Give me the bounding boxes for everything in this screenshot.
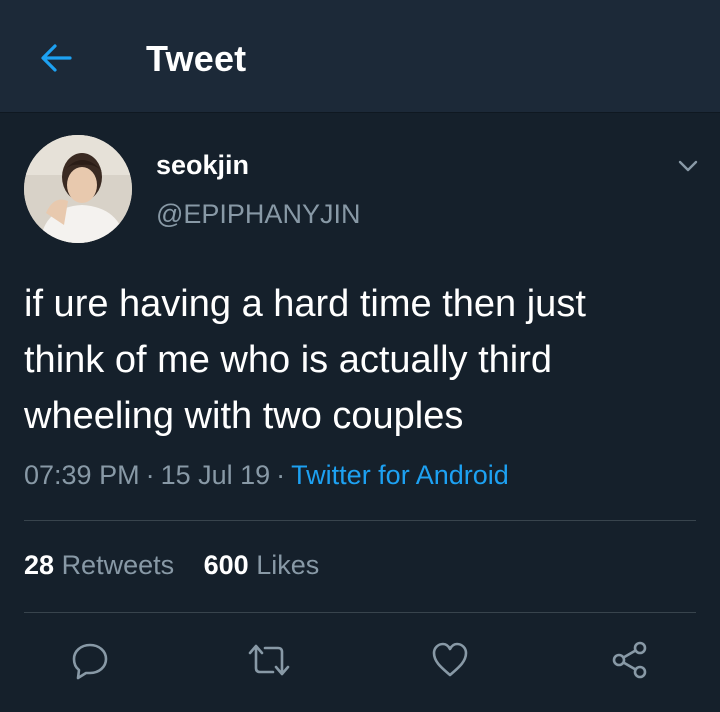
page-title: Tweet xyxy=(146,38,247,79)
tweet-text-line: think of me who is actually third xyxy=(24,339,553,381)
tweet-date: 15 Jul 19 xyxy=(160,460,271,490)
tweet-source-link[interactable]: Twitter for Android xyxy=(291,460,509,490)
tweet-text: if ure having a hard time then just thin… xyxy=(24,276,704,444)
tweet-detail-screen: Tweet seokjin @EPIPHANYJIN if ure having… xyxy=(0,0,720,712)
like-button[interactable] xyxy=(426,636,474,684)
divider xyxy=(24,520,696,521)
reply-button[interactable] xyxy=(66,636,114,684)
meta-separator: · xyxy=(145,460,155,490)
likes-stat[interactable]: 600 Likes xyxy=(204,550,320,581)
retweet-button[interactable] xyxy=(245,636,293,684)
tweet-action-bar xyxy=(0,636,720,684)
reply-bubble-icon xyxy=(72,643,108,680)
likes-count: 600 xyxy=(203,550,249,580)
avatar-photo xyxy=(24,135,132,243)
tweet-meta: 07:39 PM · 15 Jul 19 · Twitter for Android xyxy=(24,460,509,491)
tweet-text-line: wheeling with two couples xyxy=(24,395,464,437)
bottom-edge xyxy=(0,700,720,712)
arrow-left-icon xyxy=(41,44,72,72)
share-icon xyxy=(612,641,647,679)
top-app-bar: Tweet xyxy=(0,0,720,113)
avatar[interactable] xyxy=(24,135,132,243)
meta-separator: · xyxy=(276,460,286,490)
back-button[interactable] xyxy=(28,30,84,86)
heart-icon xyxy=(432,642,468,677)
tweet-text-line: if ure having a hard time then just xyxy=(24,283,586,325)
retweets-count: 28 xyxy=(24,550,55,580)
tweet-time: 07:39 PM xyxy=(24,460,140,490)
retweet-icon xyxy=(248,644,290,676)
chevron-down-icon xyxy=(678,160,698,172)
tweet-options-button[interactable] xyxy=(670,148,706,184)
author-display-name[interactable]: seokjin xyxy=(156,150,249,181)
author-handle[interactable]: @EPIPHANYJIN xyxy=(156,199,360,230)
likes-label: Likes xyxy=(256,550,320,580)
retweets-stat[interactable]: 28 Retweets xyxy=(24,550,174,581)
tweet-stats: 28 Retweets 600 Likes xyxy=(24,550,341,581)
share-button[interactable] xyxy=(606,636,654,684)
retweets-label: Retweets xyxy=(61,550,175,580)
divider xyxy=(24,612,696,613)
